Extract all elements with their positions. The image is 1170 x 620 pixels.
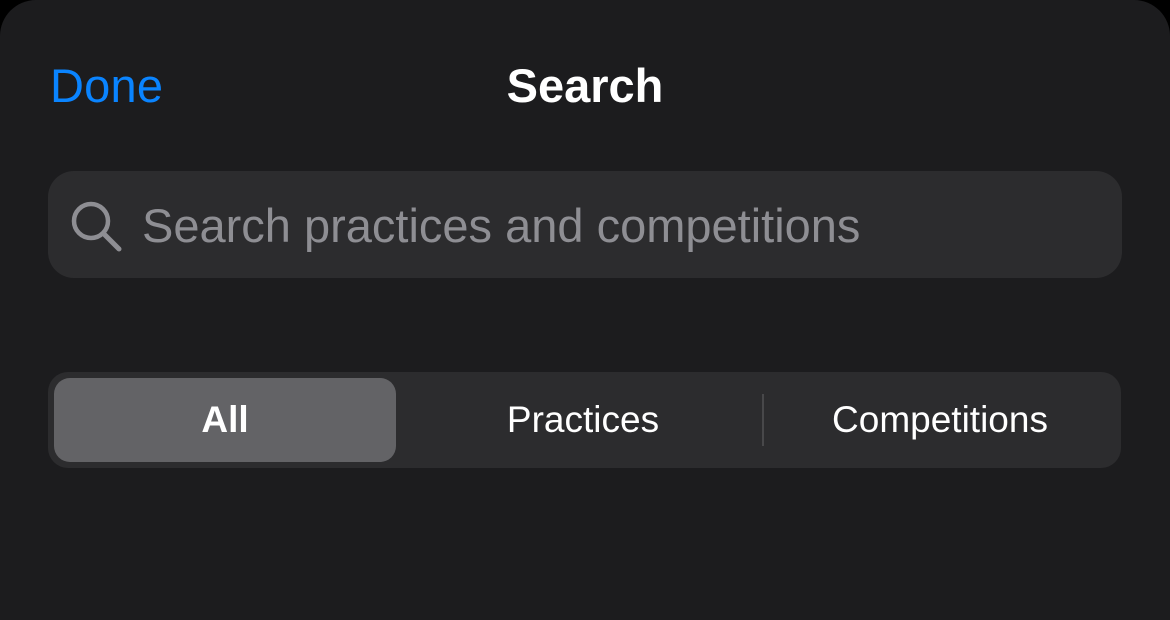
segment-all[interactable]: All <box>54 378 396 462</box>
page-title: Search <box>506 59 664 112</box>
segment-competitions[interactable]: Competitions <box>764 378 1116 462</box>
done-button[interactable]: Done <box>50 58 163 114</box>
search-sheet: Search Done All Practices Competitions <box>0 0 1170 620</box>
search-input[interactable] <box>142 191 1102 259</box>
search-icon <box>68 199 124 253</box>
scope-segmented-control: All Practices Competitions <box>48 372 1121 468</box>
segment-practices[interactable]: Practices <box>404 378 762 462</box>
navigation-bar: Search Done <box>0 40 1170 132</box>
